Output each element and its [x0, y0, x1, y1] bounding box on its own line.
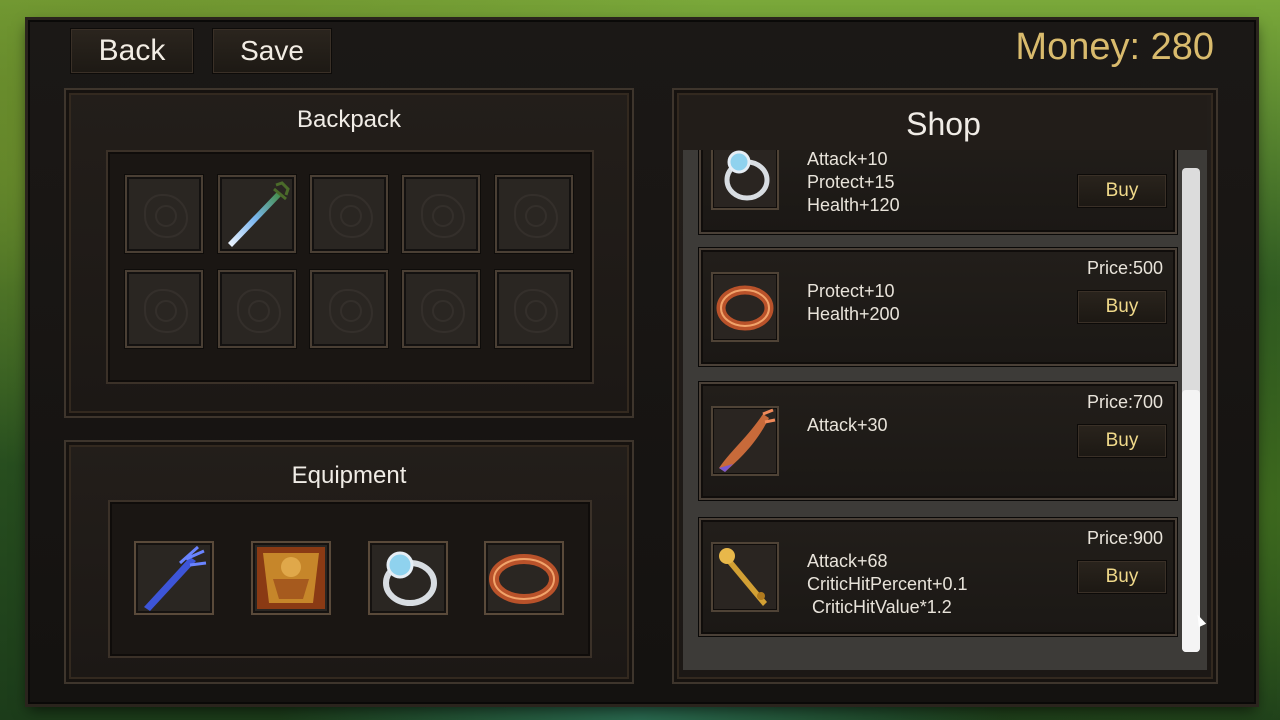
claw-weapon-icon [719, 408, 776, 472]
backpack-slot-3[interactable] [310, 175, 388, 253]
golden-staff-icon [719, 548, 767, 606]
backpack-title: Backpack [296, 106, 402, 133]
shop-item-icon [711, 150, 779, 210]
buy-button[interactable]: Buy [1077, 424, 1167, 458]
shop-item-icon [711, 542, 779, 612]
shop-item-stats: Attack+68 CriticHitPercent+0.1 CriticHit… [807, 551, 968, 617]
shop-scrollbar-thumb[interactable] [1182, 390, 1200, 652]
empty-slot-icon [237, 289, 281, 333]
empty-slot-icon [329, 194, 373, 238]
empty-slot-icon [421, 289, 465, 333]
buy-button[interactable]: Buy [1077, 290, 1167, 324]
shop-item-price: Price:900 [1086, 528, 1163, 548]
money-display: Money: 280 [1015, 26, 1214, 68]
equip-slot-weapon[interactable] [134, 541, 214, 615]
backpack-slot-9[interactable] [402, 270, 480, 348]
shop-item-price: Price:700 [1086, 392, 1163, 412]
bracelet-icon [716, 285, 774, 331]
empty-slot-icon [514, 289, 558, 333]
save-button[interactable]: Save [212, 28, 332, 74]
shop-item: Protect+10 Health+200 Price:500 Buy [699, 248, 1177, 366]
empty-slot-icon [421, 194, 465, 238]
shop-item-stats: Attack+10 Protect+15 Health+120 [807, 150, 900, 215]
backpack-slot-8[interactable] [310, 270, 388, 348]
shop-item-icon [711, 272, 779, 342]
empty-slot-icon [329, 289, 373, 333]
buy-button[interactable]: Buy [1077, 560, 1167, 594]
shop-item-stats: Protect+10 Health+200 [807, 281, 900, 324]
backpack-slot-6[interactable] [125, 270, 203, 348]
empty-slot-icon [514, 194, 558, 238]
backpack-slot-2[interactable] [218, 175, 296, 253]
shop-item-list[interactable]: Attack+10 Protect+15 Health+120 Buy Prot… [683, 150, 1207, 670]
equipment-title: Equipment [291, 462, 407, 489]
sword-icon [144, 545, 207, 611]
shop-header: Shop [680, 96, 1207, 150]
armor-icon [257, 547, 325, 609]
equip-slot-bracelet[interactable] [484, 541, 564, 615]
blue-sword-icon[interactable] [220, 177, 294, 251]
equip-slot-ring[interactable] [368, 541, 448, 615]
shop-item: Attack+30 Price:700 Buy [699, 382, 1177, 500]
ring-icon [383, 551, 437, 606]
shop-item-stats: Attack+30 [807, 415, 888, 435]
empty-slot-icon [144, 289, 188, 333]
shop-title: Shop [906, 106, 981, 142]
backpack-slot-5[interactable] [495, 175, 573, 253]
backpack-slot-1[interactable] [125, 175, 203, 253]
ring-icon [724, 150, 770, 201]
empty-slot-icon [144, 194, 188, 238]
shop-item-price: Price:500 [1086, 258, 1163, 278]
backpack-slot-4[interactable] [402, 175, 480, 253]
shop-item-icon [711, 406, 779, 476]
buy-button[interactable]: Buy [1077, 174, 1167, 208]
back-button[interactable]: Back [70, 28, 194, 74]
backpack-slot-7[interactable] [218, 270, 296, 348]
shop-item: Attack+68 CriticHitPercent+0.1 CriticHit… [699, 518, 1177, 636]
shop-item: Attack+10 Protect+15 Health+120 Buy [699, 150, 1177, 234]
equip-slot-armor[interactable] [251, 541, 331, 615]
backpack-slot-10[interactable] [495, 270, 573, 348]
bracelet-icon [489, 554, 559, 604]
